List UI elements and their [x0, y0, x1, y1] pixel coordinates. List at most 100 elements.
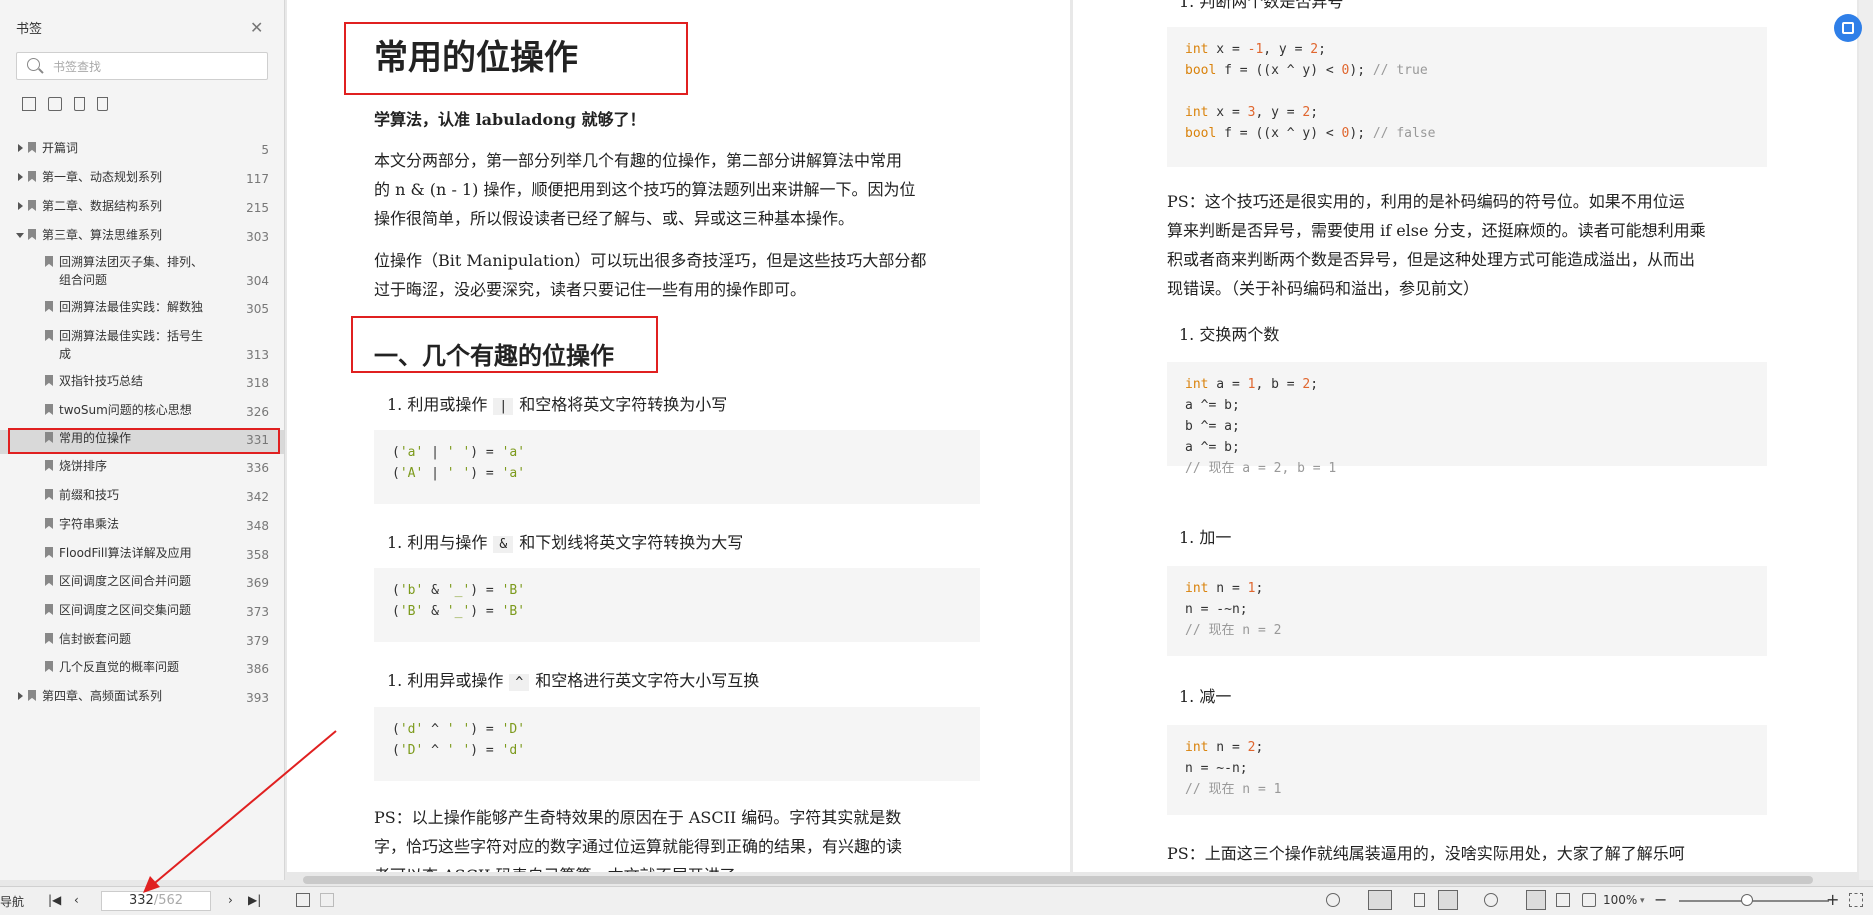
ps-paragraph-tricks: PS：上面这三个操作就纯属装逼用的，没啥实际用处，大家了解了解乐呵 — [1167, 844, 1685, 863]
chevron-down-icon[interactable] — [16, 233, 24, 238]
vertical-scroll-area[interactable] — [1859, 0, 1873, 880]
single-page-icon[interactable] — [1368, 890, 1392, 910]
chevron-right-icon[interactable] — [18, 173, 23, 181]
bookmark-item[interactable]: 第三章、算法思维系列 303 — [0, 227, 284, 245]
first-page-icon[interactable]: |◀ — [48, 893, 61, 907]
text-line: 现错误。（关于补码编码和溢出，参见前文） — [1167, 279, 1480, 298]
zoom-out-icon[interactable]: − — [1654, 890, 1667, 909]
bookmark-icon — [45, 547, 53, 558]
chevron-right-icon[interactable] — [18, 144, 23, 152]
list-item: 1. 交换两个数 — [1179, 325, 1280, 344]
list-item: 1. 减一 — [1179, 687, 1232, 706]
slogan: 学算法，认准 labuladong 就够了！ — [374, 110, 646, 129]
text-line: PS：这个技巧还是很实用的，利用的是补码编码的符号位。如果不用位运 — [1167, 192, 1685, 211]
bookmark-item[interactable]: 第一章、动态规划系列 117 — [0, 169, 284, 187]
bookmark-icon — [28, 200, 36, 211]
chevron-right-icon[interactable] — [18, 202, 23, 210]
zoom-slider-thumb[interactable] — [1741, 894, 1753, 906]
pdf-page-right: 1. 判断两个数是否异号 int x = -1, y = 2; bool f =… — [1073, 0, 1857, 872]
bookmark-icon — [45, 375, 53, 386]
fullscreen-icon[interactable] — [1849, 893, 1863, 907]
zoom-level[interactable]: 100% — [1603, 893, 1637, 907]
bookmark-icon — [45, 489, 53, 500]
bookmark-item[interactable]: 双指针技巧总结 318 — [0, 373, 284, 391]
last-page-icon[interactable]: ▶| — [248, 893, 261, 907]
bookmark-label: FloodFill算法详解及应用 — [59, 546, 192, 560]
prev-page-icon[interactable]: ‹ — [74, 893, 79, 907]
bookmark-page-number: 369 — [246, 576, 269, 590]
bookmark-search-box[interactable] — [16, 52, 268, 80]
bookmark-page-number: 386 — [246, 662, 269, 676]
bookmark-page-number: 304 — [246, 274, 269, 288]
bookmark-page-number: 5 — [261, 143, 269, 157]
bookmark-label: 几个反直觉的概率问题 — [59, 660, 180, 674]
fit-page-icon[interactable] — [1556, 893, 1570, 907]
zoom-slider-track[interactable] — [1679, 900, 1829, 902]
expand-all-icon[interactable] — [22, 97, 36, 111]
bookmark-item[interactable]: 字符串乘法 348 — [0, 516, 284, 534]
code-block-increment: int n = 1; n = -~n; // 现在 n = 2 — [1167, 566, 1767, 656]
horizontal-scrollbar[interactable] — [287, 874, 1857, 886]
bookmark-page-number: 303 — [246, 230, 269, 244]
panel-right-icon[interactable] — [320, 893, 334, 907]
bookmark-item[interactable]: 几个反直觉的概率问题 386 — [0, 659, 284, 677]
text-line: PS：以上操作能够产生奇特效果的原因在于 ASCII 编码。字符其实就是数 — [374, 808, 902, 827]
bookmark-page-number: 342 — [246, 490, 269, 504]
add-bookmark-icon[interactable] — [74, 97, 85, 111]
bookmark-search-input[interactable] — [51, 56, 265, 78]
scrollbar-thumb[interactable] — [303, 876, 1813, 884]
code-block-swapcase: ('d' ^ ' ') = 'D' ('D' ^ ' ') = 'd' — [374, 707, 980, 781]
bookmark-item[interactable]: 回溯算法团灭子集、排列、 组合问题 304 — [0, 254, 284, 290]
bookmark-item[interactable]: 信封嵌套问题 379 — [0, 631, 284, 649]
list-text: 和空格进行英文字符大小写互换 — [535, 671, 760, 690]
bookmark-item[interactable]: 回溯算法最佳实践：括号生成 313 — [0, 328, 284, 364]
play-icon[interactable] — [1484, 893, 1498, 907]
bookmark-item[interactable]: 前缀和技巧 342 — [0, 487, 284, 505]
current-page-input[interactable]: 332 — [129, 893, 154, 908]
bookmark-page-number: 379 — [246, 634, 269, 648]
bookmark-label: 第一章、动态规划系列 — [42, 170, 163, 184]
bookmark-label: 回溯算法团灭子集、排列、 — [59, 255, 204, 269]
bookmark-label-cont: 成 — [59, 347, 72, 361]
collapse-all-icon[interactable] — [48, 97, 62, 111]
chevron-down-icon[interactable]: ▾ — [1640, 896, 1645, 906]
next-page-icon[interactable]: › — [228, 893, 233, 907]
bookmark-item[interactable]: 回溯算法最佳实践：解数独 305 — [0, 299, 284, 317]
bookmark-page-number: 313 — [246, 348, 269, 362]
zoom-in-icon[interactable]: + — [1826, 890, 1839, 909]
bookmark-item[interactable]: 开篇词 5 — [0, 140, 284, 158]
bookmark-page-number: 318 — [246, 376, 269, 390]
bookmark-icon — [28, 690, 36, 701]
bookmark-item[interactable]: FloodFill算法详解及应用 358 — [0, 545, 284, 563]
bookmark-item[interactable]: 区间调度之区间交集问题 373 — [0, 602, 284, 620]
bookmark-item[interactable]: 烧饼排序 336 — [0, 458, 284, 476]
bookmark-item[interactable]: 区间调度之区间合并问题 369 — [0, 573, 284, 591]
eye-icon[interactable] — [1326, 893, 1340, 907]
ps-paragraph: PS：以上操作能够产生奇特效果的原因在于 ASCII 编码。字符其实就是数 字，… — [374, 803, 980, 872]
close-icon[interactable]: ✕ — [250, 18, 263, 37]
continuous-page-icon[interactable] — [1414, 893, 1425, 907]
chevron-right-icon[interactable] — [18, 692, 23, 700]
list-text: 1. 利用异或操作 — [387, 671, 504, 690]
code-block-decrement: int n = 2; n = ~-n; // 现在 n = 1 — [1167, 725, 1767, 815]
code-block-lowercase: ('a' | ' ') = 'a' ('A' | ' ') = 'a' — [374, 430, 980, 504]
bookmark-label: 第四章、高频面试系列 — [42, 689, 163, 703]
bookmark-item[interactable]: 第二章、数据结构系列 215 — [0, 198, 284, 216]
bookmark-icon — [45, 661, 53, 672]
title-annotation-box — [344, 22, 688, 95]
bookmark-label: 前缀和技巧 — [59, 488, 120, 502]
bookmark-label: 开篇词 — [42, 141, 79, 155]
panel-toggle-icon[interactable] — [296, 893, 310, 907]
two-page-icon[interactable] — [1438, 890, 1458, 910]
actual-size-icon[interactable] — [1526, 890, 1546, 910]
bookmark-label: 双指针技巧总结 — [59, 374, 144, 388]
floating-tool-button[interactable] — [1834, 14, 1862, 42]
bookmark-icon — [45, 301, 53, 312]
bookmark-icon[interactable] — [97, 97, 108, 111]
bookmark-label: 字符串乘法 — [59, 517, 120, 531]
page-number-box[interactable]: 332/562 — [101, 891, 211, 911]
fit-width-icon[interactable] — [1582, 893, 1596, 907]
bookmark-item[interactable]: 第四章、高频面试系列 393 — [0, 688, 284, 706]
bookmark-item[interactable]: twoSum问题的核心思想 326 — [0, 402, 284, 420]
nav-label[interactable]: 导航 — [0, 893, 24, 910]
